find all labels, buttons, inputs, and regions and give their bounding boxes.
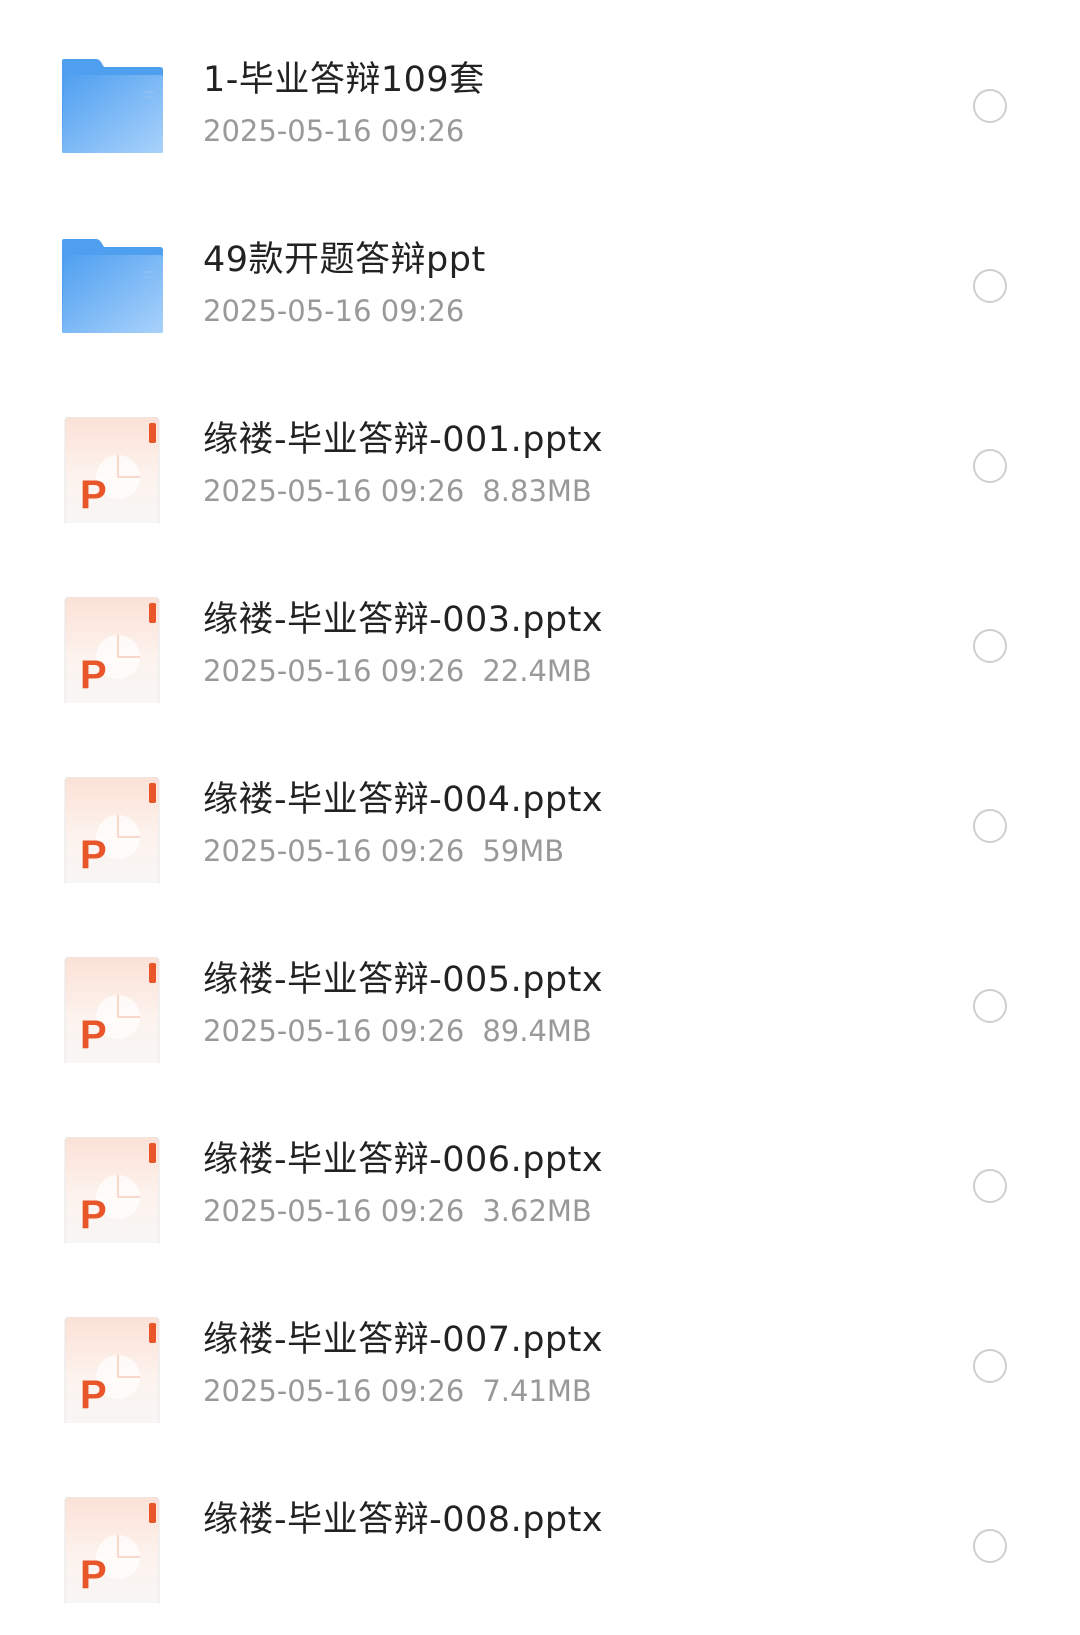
file-name: 缘褛-毕业答辩-001.pptx xyxy=(203,420,604,460)
select-checkbox[interactable] xyxy=(973,1529,1007,1563)
file-size: 22.4MB xyxy=(482,654,592,688)
select-checkbox[interactable] xyxy=(973,1169,1007,1203)
file-date: 2025-05-16 09:26 xyxy=(203,1194,465,1228)
file-row-folder[interactable]: 49款开题答辩ppt 2025-05-16 09:26 xyxy=(0,195,1080,375)
select-checkbox[interactable] xyxy=(973,629,1007,663)
file-date: 2025-05-16 09:26 xyxy=(203,654,465,688)
file-size: 59MB xyxy=(482,834,565,868)
file-meta: 2025-05-16 09:26 22.4MB xyxy=(203,651,592,691)
select-checkbox[interactable] xyxy=(973,269,1007,303)
folder-icon xyxy=(60,237,166,343)
file-list: 1-毕业答辩109套 2025-05-16 09:26 49款开题答辩ppt 2… xyxy=(0,15,1080,1635)
file-meta: 2025-05-16 09:26 59MB xyxy=(203,831,564,871)
folder-icon xyxy=(60,57,166,163)
file-date: 2025-05-16 09:26 xyxy=(203,294,465,328)
file-name: 缘褛-毕业答辩-004.pptx xyxy=(203,780,604,820)
file-row-pptx[interactable]: P 缘褛-毕业答辩-007.pptx 2025-05-16 09:26 7.41M… xyxy=(0,1275,1080,1455)
file-row-folder[interactable]: 1-毕业答辩109套 2025-05-16 09:26 xyxy=(0,15,1080,195)
file-meta: 2025-05-16 09:26 7.41MB xyxy=(203,1371,592,1411)
file-name: 缘褛-毕业答辩-008.pptx xyxy=(203,1500,604,1540)
file-meta: 2025-05-16 09:26 xyxy=(203,291,464,331)
file-row-pptx[interactable]: P 缘褛-毕业答辩-008.pptx xyxy=(0,1455,1080,1635)
file-size: 89.4MB xyxy=(482,1014,592,1048)
pptx-file-icon: P xyxy=(60,1317,166,1423)
file-name: 缘褛-毕业答辩-005.pptx xyxy=(203,960,604,1000)
file-date: 2025-05-16 09:26 xyxy=(203,474,465,508)
pptx-file-icon: P xyxy=(60,1137,166,1243)
select-checkbox[interactable] xyxy=(973,449,1007,483)
file-row-pptx[interactable]: P 缘褛-毕业答辩-003.pptx 2025-05-16 09:26 22.4M… xyxy=(0,555,1080,735)
file-meta: 2025-05-16 09:26 89.4MB xyxy=(203,1011,592,1051)
file-size: 3.62MB xyxy=(482,1194,592,1228)
file-meta: 2025-05-16 09:26 8.83MB xyxy=(203,471,592,511)
svg-text:P: P xyxy=(80,1373,107,1417)
file-name: 49款开题答辩ppt xyxy=(203,240,486,280)
file-date: 2025-05-16 09:26 xyxy=(203,1374,465,1408)
file-date: 2025-05-16 09:26 xyxy=(203,114,465,148)
file-name: 缘褛-毕业答辩-007.pptx xyxy=(203,1320,604,1360)
select-checkbox[interactable] xyxy=(973,89,1007,123)
file-date: 2025-05-16 09:26 xyxy=(203,834,465,868)
file-name: 1-毕业答辩109套 xyxy=(203,60,485,100)
file-name: 缘褛-毕业答辩-006.pptx xyxy=(203,1140,604,1180)
svg-text:P: P xyxy=(80,833,107,877)
pptx-file-icon: P xyxy=(60,1497,166,1603)
file-row-pptx[interactable]: P 缘褛-毕业答辩-005.pptx 2025-05-16 09:26 89.4M… xyxy=(0,915,1080,1095)
file-meta: 2025-05-16 09:26 xyxy=(203,111,464,151)
pptx-file-icon: P xyxy=(60,957,166,1063)
svg-text:P: P xyxy=(80,1013,107,1057)
select-checkbox[interactable] xyxy=(973,989,1007,1023)
file-date: 2025-05-16 09:26 xyxy=(203,1014,465,1048)
pptx-file-icon: P xyxy=(60,597,166,703)
select-checkbox[interactable] xyxy=(973,1349,1007,1383)
svg-text:P: P xyxy=(80,473,107,517)
svg-text:P: P xyxy=(80,1553,107,1597)
file-meta: 2025-05-16 09:26 3.62MB xyxy=(203,1191,592,1231)
svg-text:P: P xyxy=(80,653,107,697)
file-row-pptx[interactable]: P 缘褛-毕业答辩-006.pptx 2025-05-16 09:26 3.62M… xyxy=(0,1095,1080,1275)
file-name: 缘褛-毕业答辩-003.pptx xyxy=(203,600,604,640)
file-row-pptx[interactable]: P 缘褛-毕业答辩-001.pptx 2025-05-16 09:26 8.83M… xyxy=(0,375,1080,555)
select-checkbox[interactable] xyxy=(973,809,1007,843)
svg-text:P: P xyxy=(80,1193,107,1237)
file-row-pptx[interactable]: P 缘褛-毕业答辩-004.pptx 2025-05-16 09:26 59MB xyxy=(0,735,1080,915)
file-size: 8.83MB xyxy=(482,474,592,508)
pptx-file-icon: P xyxy=(60,777,166,883)
pptx-file-icon: P xyxy=(60,417,166,523)
file-size: 7.41MB xyxy=(482,1374,592,1408)
